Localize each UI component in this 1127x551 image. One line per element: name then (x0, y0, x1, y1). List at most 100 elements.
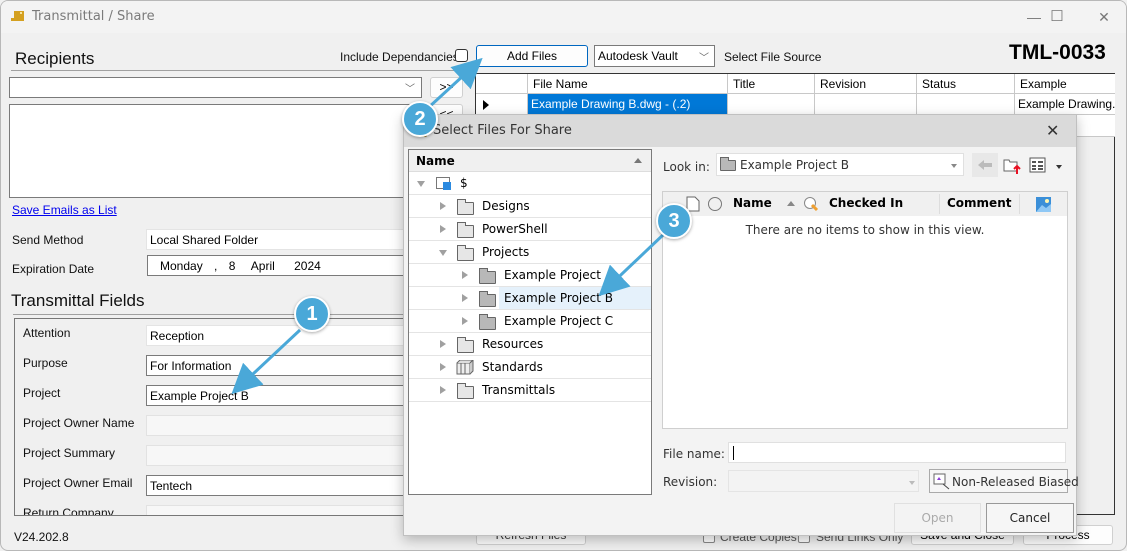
column-header-checked-in[interactable]: Checked In (829, 196, 903, 210)
expiration-date-label: Expiration Date (12, 262, 95, 276)
field-label-return-company: Return Company (23, 506, 114, 516)
callout-badge-3: 3 (656, 203, 692, 239)
expand-icon (462, 317, 468, 325)
look-in-select[interactable]: Example Project B (716, 153, 964, 176)
window-title: Transmittal / Share (32, 9, 155, 24)
column-header-name[interactable]: Name (733, 196, 772, 210)
tree-item-transmittals[interactable]: Transmittals (409, 379, 651, 402)
collapse-icon (439, 250, 447, 256)
row-selector[interactable] (476, 94, 528, 115)
expiration-date-picker[interactable]: Monday , 8 April 2024 (147, 255, 411, 276)
cell-status[interactable] (917, 94, 1015, 115)
cell-file-name[interactable]: Example Drawing B.dwg - (.2) (528, 94, 728, 115)
column-header-comment[interactable]: Comment (947, 196, 1011, 210)
chevron-down-icon: ﹀ (699, 53, 709, 64)
field-label-project-owner-email: Project Owner Email (23, 476, 133, 490)
tree-item-powershell[interactable]: PowerShell (409, 218, 651, 241)
status-column-icon[interactable] (708, 197, 722, 211)
tree-item-designs[interactable]: Designs (409, 195, 651, 218)
column-header-revision[interactable]: Revision (815, 74, 917, 94)
expiration-year: 2024 (294, 259, 321, 273)
project-folder-icon (479, 291, 496, 307)
file-name-label: File name: (663, 447, 725, 461)
field-project-owner-email[interactable]: Tentech (146, 475, 411, 496)
expiration-weekday: Monday (160, 259, 203, 273)
library-folder-icon (456, 360, 474, 375)
tree-item-example-project-c[interactable]: Example Project C (409, 310, 651, 333)
add-files-button[interactable]: Add Files (476, 45, 588, 67)
field-attention-value: Reception (150, 329, 205, 343)
file-name-input[interactable] (728, 442, 1066, 463)
save-emails-link[interactable]: Save Emails as List (12, 203, 117, 217)
cell-revision[interactable] (815, 94, 917, 115)
view-menu-button[interactable] (1029, 157, 1047, 174)
expand-icon (440, 386, 446, 394)
transmittal-fields-divider (13, 314, 413, 315)
tree-item-example-project-b[interactable]: Example Project B (409, 287, 651, 310)
back-button[interactable] (972, 153, 998, 177)
collapse-icon (417, 181, 425, 187)
look-in-value: Example Project B (740, 158, 849, 172)
view-dropdown-icon[interactable] (1056, 165, 1062, 169)
include-dependancies-checkbox[interactable] (455, 49, 468, 62)
transmittal-id: TML-0033 (1009, 41, 1106, 64)
close-button[interactable]: ✕ (1081, 5, 1126, 29)
column-header-file-name[interactable]: File Name (528, 74, 728, 94)
transmittal-fields-heading: Transmittal Fields (11, 291, 145, 310)
column-divider (939, 194, 940, 214)
file-source-select[interactable]: Autodesk Vault ﹀ (594, 45, 715, 67)
field-project[interactable]: Example Project B (146, 385, 411, 406)
tree-item-label: Standards (482, 360, 543, 374)
current-row-icon (483, 100, 489, 110)
app-icon (11, 11, 24, 21)
expand-icon (440, 202, 446, 210)
tree-header[interactable]: Name (409, 150, 651, 172)
expand-icon (462, 294, 468, 302)
thumbnail-column-icon[interactable] (1036, 197, 1051, 212)
cancel-button[interactable]: Cancel (986, 503, 1074, 533)
grid-row-header-corner (476, 74, 528, 94)
folder-icon (720, 157, 736, 171)
text-cursor (733, 446, 734, 460)
field-attention[interactable]: Reception (146, 325, 411, 346)
column-header-title[interactable]: Title (728, 74, 815, 94)
look-in-label: Look in: (663, 160, 710, 174)
select-files-dialog: Select Files For Share ✕ Name $ Designs … (403, 114, 1079, 536)
tree-item-standards[interactable]: Standards (409, 356, 651, 379)
column-header-status[interactable]: Status (917, 74, 1015, 94)
open-button[interactable]: Open (894, 503, 981, 533)
dialog-close-button[interactable]: ✕ (1046, 121, 1059, 140)
tree-item-label: Projects (482, 245, 530, 259)
field-purpose-value: For Information (150, 359, 232, 373)
file-source-value: Autodesk Vault (598, 49, 678, 63)
field-purpose[interactable]: For Information (146, 355, 411, 376)
tree-item-root[interactable]: $ (409, 172, 651, 195)
maximize-button[interactable]: ☐ (1034, 5, 1080, 29)
recipient-combo[interactable]: ﹀ (9, 77, 422, 98)
tree-item-label: Example Project C (504, 314, 614, 328)
tree-item-projects[interactable]: Projects (409, 241, 651, 264)
column-header-example[interactable]: Example (1015, 74, 1115, 94)
cell-title[interactable] (728, 94, 815, 115)
tree-item-label: PowerShell (482, 222, 548, 236)
revision-select[interactable] (728, 470, 919, 492)
recipients-list[interactable] (9, 104, 422, 198)
expiration-month: April (250, 259, 275, 273)
tree-item-example-project[interactable]: Example Project (409, 264, 651, 287)
non-released-biased-label: Non-Released Biased (952, 475, 1079, 489)
add-recipient-button[interactable]: >> (430, 77, 463, 98)
tree-item-resources[interactable]: Resources (409, 333, 651, 356)
send-method-select[interactable]: Local Shared Folder (146, 229, 411, 250)
project-folder-icon (479, 314, 496, 330)
field-return-company (146, 505, 411, 515)
dialog-title: Select Files For Share (433, 123, 572, 138)
expiration-day: 8 (228, 259, 236, 273)
new-folder-button[interactable] (1003, 156, 1023, 176)
tree-item-label: Transmittals (482, 383, 556, 397)
empty-list-message: There are no items to show in this view. (745, 223, 985, 237)
dropdown-arrow-icon (951, 164, 957, 168)
cell-example[interactable]: Example Drawing... (1015, 94, 1115, 115)
tree-item-label: Example Project (504, 268, 601, 282)
non-released-biased-button[interactable]: Non-Released Biased (929, 469, 1079, 493)
field-project-summary (146, 445, 411, 466)
